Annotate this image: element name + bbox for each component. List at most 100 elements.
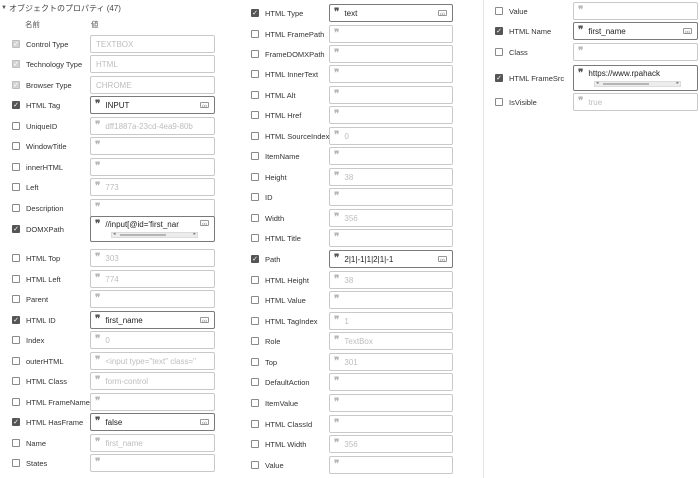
checkbox-html-alt[interactable] — [251, 91, 259, 99]
property-value-input-uniqueid[interactable]: ❞ dff1887a-23cd-4ea9-80b — [90, 117, 215, 135]
property-value-input-html-tag[interactable]: ❞ INPUT (x) — [90, 96, 215, 114]
checkbox-html-framesrc[interactable]: ✓ — [495, 74, 503, 82]
checkbox-domxpath[interactable]: ✓ — [12, 225, 20, 233]
checkbox-html-class[interactable] — [12, 377, 20, 385]
checkbox-itemname[interactable] — [251, 152, 259, 160]
checkbox-html-framepath[interactable] — [251, 30, 259, 38]
property-value-input-html-href[interactable]: ❞ — [329, 106, 453, 124]
checkbox-value[interactable] — [495, 7, 503, 15]
horizontal-scrollbar[interactable]: ◂ ▸ — [594, 80, 681, 87]
property-value-input-html-type[interactable]: ❞ text (x) — [329, 4, 453, 22]
property-value-input-html-top[interactable]: ❞ 303 — [90, 249, 215, 267]
property-value-input-left[interactable]: ❞ 773 — [90, 178, 215, 196]
property-value-input-html-tagindex[interactable]: ❞ 1 — [329, 312, 453, 330]
checkbox-left[interactable] — [12, 183, 20, 191]
checkbox-width[interactable] — [251, 214, 259, 222]
checkbox-framedomxpath[interactable] — [251, 50, 259, 58]
property-value-input-value[interactable]: ❞ — [573, 2, 698, 20]
property-value-input-id[interactable]: ❞ — [329, 188, 453, 206]
property-value-input-framedomxpath[interactable]: ❞ — [329, 45, 453, 63]
property-value-input-technology-type[interactable]: HTML — [90, 55, 215, 73]
property-value-input-index[interactable]: ❞ 0 — [90, 331, 215, 349]
checkbox-html-type[interactable]: ✓ — [251, 9, 259, 17]
checkbox-html-left[interactable] — [12, 275, 20, 283]
checkbox-innerhtml[interactable] — [12, 163, 20, 171]
property-value-input-html-width[interactable]: ❞ 356 — [329, 435, 453, 453]
property-value-input-html-id[interactable]: ❞ first_name (x) — [90, 311, 215, 329]
property-value-input-html-height[interactable]: ❞ 38 — [329, 271, 453, 289]
property-value-input-states[interactable]: ❞ — [90, 454, 215, 472]
checkbox-role[interactable] — [251, 337, 259, 345]
property-value-input-itemname[interactable]: ❞ — [329, 147, 453, 165]
property-value-input-top[interactable]: ❞ 301 — [329, 353, 453, 371]
checkbox-html-id[interactable]: ✓ — [12, 316, 20, 324]
horizontal-scrollbar[interactable]: ◂ ▸ — [111, 231, 198, 238]
checkbox-html-top[interactable] — [12, 254, 20, 262]
checkbox-html-tagindex[interactable] — [251, 317, 259, 325]
property-value-input-html-left[interactable]: ❞ 774 — [90, 270, 215, 288]
expression-icon[interactable]: (x) — [200, 220, 209, 226]
expression-icon[interactable]: (x) — [200, 102, 209, 108]
property-value-input-control-type[interactable]: TEXTBOX — [90, 35, 215, 53]
property-value-input-class[interactable]: ❞ — [573, 43, 698, 61]
property-value-input-html-name[interactable]: ❞ first_name (x) — [573, 22, 698, 40]
checkbox-html-href[interactable] — [251, 111, 259, 119]
checkbox-html-framename[interactable] — [12, 398, 20, 406]
property-value-input-role[interactable]: ❞ TextBox — [329, 332, 453, 350]
property-value-input-defaultaction[interactable]: ❞ — [329, 373, 453, 391]
property-value-input-domxpath[interactable]: ❞//input[@id='first_nar (x) ◂ ▸ — [90, 216, 215, 242]
property-value-input-browser-type[interactable]: CHROME — [90, 76, 215, 94]
checkbox-windowtitle[interactable] — [12, 142, 20, 150]
checkbox-id[interactable] — [251, 193, 259, 201]
property-value-input-itemvalue[interactable]: ❞ — [329, 394, 453, 412]
property-value-input-html-sourceindex[interactable]: ❞ 0 — [329, 127, 453, 145]
property-value-input-html-hasframe[interactable]: ❞ false (x) — [90, 413, 215, 431]
scroll-left-icon[interactable]: ◂ — [596, 80, 599, 86]
checkbox-html-hasframe[interactable]: ✓ — [12, 418, 20, 426]
property-value-input-html-framename[interactable]: ❞ — [90, 393, 215, 411]
scroll-right-icon[interactable]: ▸ — [193, 231, 196, 237]
property-value-input-html-innertext[interactable]: ❞ — [329, 65, 453, 83]
checkbox-outerhtml[interactable] — [12, 357, 20, 365]
scrollbar-thumb[interactable] — [603, 83, 649, 85]
scroll-right-icon[interactable]: ▸ — [676, 80, 679, 86]
checkbox-value[interactable] — [251, 461, 259, 469]
property-value-input-html-framepath[interactable]: ❞ — [329, 25, 453, 43]
checkbox-path[interactable]: ✓ — [251, 255, 259, 263]
properties-header[interactable]: ▼ オブジェクトのプロパティ (47) — [1, 3, 121, 13]
checkbox-itemvalue[interactable] — [251, 399, 259, 407]
property-value-input-html-framesrc[interactable]: ❞ https://www.rpahack ◂ ▸ — [573, 65, 698, 91]
property-value-input-html-class[interactable]: ❞ form-control — [90, 372, 215, 390]
property-value-input-path[interactable]: ❞ 2|1|-1|1|2|1|-1 (x) — [329, 250, 453, 268]
property-value-input-innerhtml[interactable]: ❞ — [90, 158, 215, 176]
scrollbar-thumb[interactable] — [120, 234, 166, 236]
expression-icon[interactable]: (x) — [683, 28, 692, 34]
checkbox-html-innertext[interactable] — [251, 70, 259, 78]
checkbox-defaultaction[interactable] — [251, 378, 259, 386]
property-value-input-description[interactable]: ❞ — [90, 199, 215, 217]
expression-icon[interactable]: (x) — [200, 317, 209, 323]
property-value-input-isvisible[interactable]: ❞ true — [573, 93, 698, 111]
expression-icon[interactable]: (x) — [438, 256, 447, 262]
checkbox-index[interactable] — [12, 336, 20, 344]
checkbox-html-height[interactable] — [251, 276, 259, 284]
property-value-input-windowtitle[interactable]: ❞ — [90, 137, 215, 155]
checkbox-name[interactable] — [12, 439, 20, 447]
expression-icon[interactable]: (x) — [200, 419, 209, 425]
checkbox-parent[interactable] — [12, 295, 20, 303]
property-value-input-height[interactable]: ❞ 38 — [329, 168, 453, 186]
property-value-input-html-classid[interactable]: ❞ — [329, 415, 453, 433]
expression-icon[interactable]: (x) — [438, 10, 447, 16]
property-value-input-html-alt[interactable]: ❞ — [329, 86, 453, 104]
collapse-arrow-icon[interactable]: ▼ — [1, 5, 7, 11]
property-value-input-width[interactable]: ❞ 356 — [329, 209, 453, 227]
checkbox-top[interactable] — [251, 358, 259, 366]
scroll-left-icon[interactable]: ◂ — [113, 231, 116, 237]
checkbox-html-width[interactable] — [251, 440, 259, 448]
property-value-input-value[interactable]: ❞ — [329, 456, 453, 474]
checkbox-uniqueid[interactable] — [12, 122, 20, 130]
checkbox-description[interactable] — [12, 204, 20, 212]
property-value-input-outerhtml[interactable]: ❞ <input type="text" class=" — [90, 352, 215, 370]
checkbox-html-value[interactable] — [251, 296, 259, 304]
checkbox-html-sourceindex[interactable] — [251, 132, 259, 140]
